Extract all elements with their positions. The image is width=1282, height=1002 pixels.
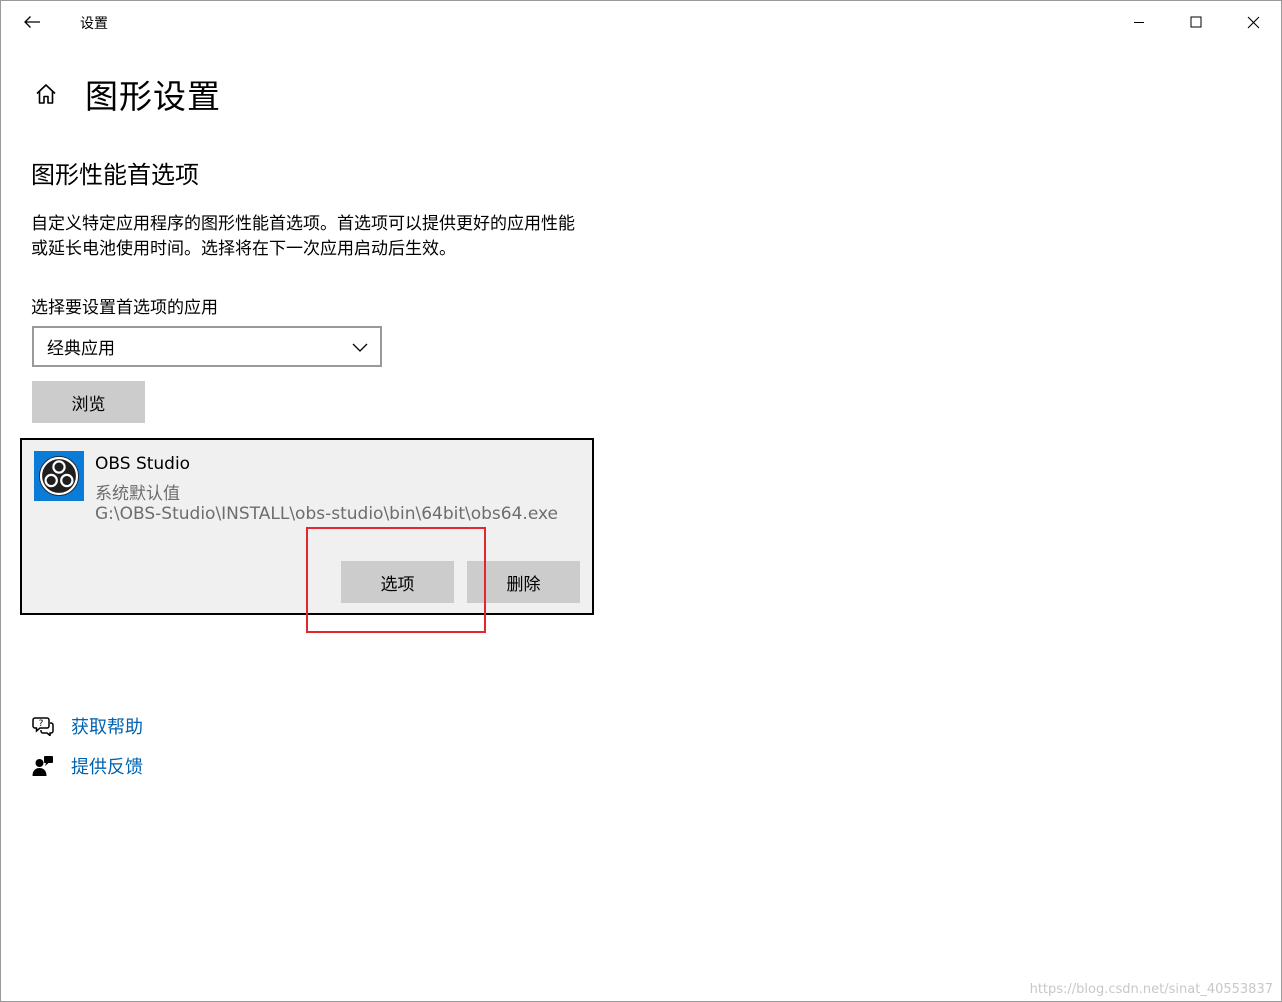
chevron-down-icon	[352, 343, 368, 352]
page-title: 图形设置	[85, 77, 221, 116]
options-button[interactable]: 选项	[341, 561, 454, 603]
page-header: 图形设置	[31, 69, 221, 119]
app-list-item[interactable]: OBS Studio 系统默认值 G:\OBS-Studio\INSTALL\o…	[20, 438, 594, 615]
svg-text:?: ?	[39, 719, 44, 729]
get-help-link[interactable]: ? 获取帮助	[31, 713, 143, 739]
obs-logo-icon	[34, 451, 84, 501]
back-button[interactable]	[13, 7, 51, 37]
close-icon	[1247, 16, 1259, 28]
give-feedback-label: 提供反馈	[71, 757, 143, 778]
window-title: 设置	[80, 16, 108, 32]
feedback-person-icon	[31, 754, 55, 778]
section-description: 自定义特定应用程序的图形性能首选项。首选项可以提供更好的应用性能或延长电池使用时…	[31, 214, 575, 259]
browse-button[interactable]: 浏览	[32, 381, 145, 423]
minimize-button[interactable]	[1111, 1, 1167, 43]
home-button[interactable]	[31, 79, 61, 109]
maximize-icon	[1190, 16, 1202, 28]
app-type-dropdown[interactable]: 经典应用	[32, 326, 382, 367]
get-help-label: 获取帮助	[71, 717, 143, 738]
app-path: G:\OBS-Studio\INSTALL\obs-studio\bin\64b…	[95, 504, 558, 524]
arrow-left-icon	[24, 16, 40, 28]
settings-window: 设置 图形设置 图形性能首选项 自定义特定应用程序的图形性能首选项。首选项可以提…	[0, 0, 1282, 1002]
home-icon	[36, 84, 56, 104]
app-type-selected: 经典应用	[47, 339, 115, 359]
maximize-button[interactable]	[1168, 1, 1224, 43]
title-bar: 设置	[1, 1, 1281, 43]
watermark-text: https://blog.csdn.net/sinat_40553837	[1029, 982, 1273, 997]
section-title: 图形性能首选项	[31, 161, 199, 189]
app-select-label: 选择要设置首选项的应用	[31, 298, 218, 318]
app-preference: 系统默认值	[95, 484, 180, 504]
remove-button[interactable]: 删除	[467, 561, 580, 603]
give-feedback-link[interactable]: 提供反馈	[31, 753, 143, 779]
app-name: OBS Studio	[95, 454, 191, 474]
minimize-icon	[1134, 22, 1144, 23]
help-chat-icon: ?	[31, 714, 55, 738]
close-button[interactable]	[1225, 1, 1281, 43]
